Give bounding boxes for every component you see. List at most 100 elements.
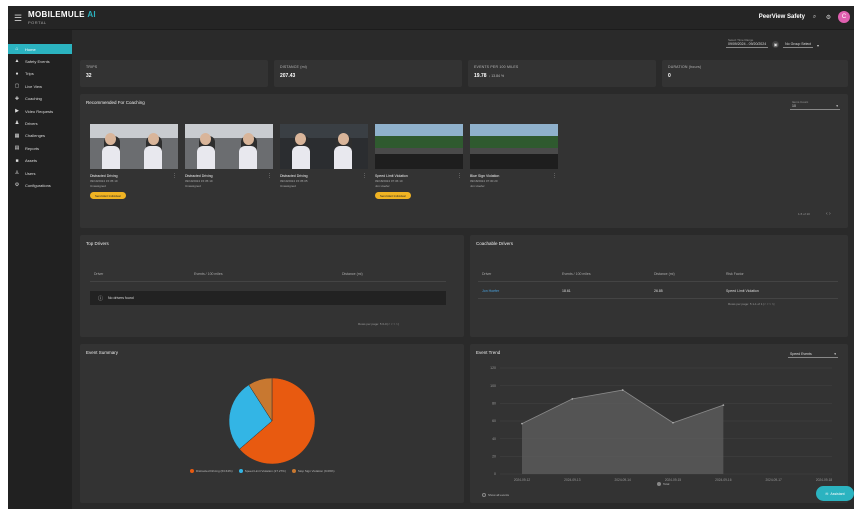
logo-text: MOBILEMULE bbox=[28, 10, 85, 19]
pager-arrows[interactable]: ‹ › bbox=[826, 211, 831, 217]
sidebar-item-label: Configurations bbox=[25, 182, 51, 188]
info-icon: ⓘ bbox=[98, 295, 104, 302]
sidebar-item-label: Drivers bbox=[25, 120, 38, 126]
data-point[interactable] bbox=[672, 421, 674, 424]
table-cell: 18.61 bbox=[562, 289, 571, 293]
column-header[interactable]: Driver bbox=[482, 272, 491, 276]
y-tick-label: 100 bbox=[490, 384, 496, 388]
company-name[interactable]: PeerView Safety bbox=[759, 14, 805, 20]
x-tick-label: 2024-09-13 bbox=[564, 478, 581, 482]
more-options-icon[interactable]: ⋮ bbox=[362, 173, 367, 179]
pie-chart bbox=[228, 377, 316, 465]
calendar-icon[interactable]: ▣ bbox=[772, 41, 780, 48]
coachable-pager[interactable]: Rows per page: 5 1-1 of 1 |< < > >| bbox=[728, 302, 774, 306]
event-date: 09/19/2024 15:35:19 bbox=[90, 179, 118, 183]
event-thumbnail[interactable] bbox=[375, 124, 463, 169]
date-range-field[interactable]: Select Time Range 09/09/2024 - 09/20/202… bbox=[726, 38, 769, 48]
sidebar-item-trips[interactable]: ● Trips bbox=[8, 69, 72, 79]
column-header[interactable]: Driver bbox=[94, 272, 103, 276]
kpi-label: DISTANCE (mi) bbox=[280, 65, 308, 69]
sidebar-item-users[interactable]: ♙ Users bbox=[8, 168, 72, 178]
x-tick-label: 2024-09-18 bbox=[816, 478, 833, 482]
live-view-icon: ▢ bbox=[14, 83, 20, 90]
video-icon: ▶ bbox=[15, 108, 19, 114]
settings-icon[interactable]: ⚙ bbox=[824, 13, 833, 22]
radio-circle[interactable] bbox=[482, 493, 486, 497]
event-thumbnail[interactable] bbox=[470, 124, 558, 169]
sidebar-item-reports[interactable]: ▤ Reports bbox=[8, 143, 72, 153]
assistant-button[interactable]: ✉ Assistant bbox=[816, 486, 854, 501]
data-point[interactable] bbox=[621, 389, 624, 391]
sidebar-item-video-requests[interactable]: ▶ Video Requests bbox=[8, 106, 72, 116]
data-point[interactable] bbox=[521, 422, 523, 425]
event-title: Distracted Driving bbox=[280, 174, 308, 178]
divider bbox=[478, 298, 838, 299]
column-header[interactable]: Distance (mi) bbox=[654, 272, 675, 276]
show-all-events-checkbox[interactable]: Show all events bbox=[482, 493, 509, 497]
avatar[interactable]: C bbox=[838, 11, 850, 23]
sidebar-item-configurations[interactable]: ⚙ Configurations bbox=[8, 180, 72, 190]
chevron-down-icon[interactable]: ▾ bbox=[817, 43, 819, 48]
event-driver: Unassigned bbox=[90, 184, 106, 188]
legend-label: Distracted Driving (63.64%) bbox=[196, 469, 233, 473]
sidebar-item-label: Video Requests bbox=[25, 108, 54, 114]
send-alert-button[interactable]: Send Alert Individual bbox=[375, 192, 411, 199]
y-tick-label: 60 bbox=[492, 419, 496, 423]
event-thumbnail[interactable] bbox=[280, 124, 368, 169]
column-header[interactable]: Distance (mi) bbox=[342, 272, 363, 276]
kpi-label: DURATION (hours) bbox=[668, 65, 702, 69]
event-date: 09/18/2024 07:36:10 bbox=[375, 179, 403, 183]
group-select-value: No Group Select bbox=[785, 42, 812, 46]
event-title: Blue Sign Violation bbox=[470, 174, 500, 178]
pie-legend: Distracted Driving (63.64%) Speed Limit V… bbox=[190, 469, 334, 473]
sidebar-item-label: Safety Events bbox=[25, 58, 50, 64]
top-bar: ☰ MOBILEMULE AI PORTAL PeerView Safety ⌕… bbox=[8, 6, 854, 30]
x-tick-label: 2024-09-14 bbox=[615, 478, 632, 482]
column-header[interactable]: Events / 100 miles bbox=[194, 272, 223, 276]
coaching-panel: Recommended For Coaching Items Count 10 ▾… bbox=[80, 94, 848, 228]
y-tick-label: 40 bbox=[492, 437, 496, 441]
sidebar-item-challenges[interactable]: ▦ Challenges bbox=[8, 131, 72, 141]
column-header[interactable]: Events / 100 miles bbox=[562, 272, 591, 276]
chat-icon: ✉ bbox=[825, 491, 829, 496]
column-header[interactable]: Risk Factor bbox=[726, 272, 744, 276]
sidebar-item-label: Trips bbox=[25, 71, 34, 77]
more-options-icon[interactable]: ⋮ bbox=[457, 173, 462, 179]
divider bbox=[478, 281, 838, 282]
app-logo[interactable]: MOBILEMULE AI PORTAL bbox=[28, 10, 98, 26]
data-point[interactable] bbox=[571, 398, 574, 400]
driver-link[interactable]: Jon Hoefer bbox=[482, 289, 499, 293]
more-options-icon[interactable]: ⋮ bbox=[267, 173, 272, 179]
sidebar-item-home[interactable]: ⌂ Home bbox=[8, 44, 72, 54]
drivers-icon: ♟ bbox=[14, 120, 20, 127]
sidebar-item-coaching[interactable]: ✚ Coaching bbox=[8, 94, 72, 104]
warning-icon: ▲ bbox=[14, 58, 20, 65]
home-icon: ⌂ bbox=[15, 46, 19, 52]
search-icon[interactable]: ⌕ bbox=[810, 13, 819, 22]
coaching-pager[interactable]: 1-5 of 10 bbox=[798, 212, 810, 216]
kpi-change: ↓ 13.84 % bbox=[488, 74, 505, 78]
date-range-value: 09/09/2024 - 09/20/2024 bbox=[728, 42, 767, 46]
kpi-distance: DISTANCE (mi) 207.43 bbox=[274, 60, 462, 87]
y-tick-label: 80 bbox=[492, 402, 496, 406]
legend-item: Total bbox=[657, 482, 669, 486]
legend-label: Total bbox=[663, 482, 670, 486]
event-thumbnail[interactable] bbox=[90, 124, 178, 169]
data-point[interactable] bbox=[722, 404, 725, 406]
sidebar-item-assets[interactable]: ■ Assets bbox=[8, 156, 72, 166]
sidebar-item-safety-events[interactable]: ▲ Safety Events bbox=[8, 56, 72, 66]
coachable-drivers-panel: Coachable Drivers Driver Events / 100 mi… bbox=[470, 235, 848, 337]
sidebar-item-drivers[interactable]: ♟ Drivers bbox=[8, 118, 72, 128]
legend-label: Speed Limit Violation (27.27%) bbox=[244, 469, 286, 473]
top-drivers-panel: Top Drivers Driver Events / 100 miles Di… bbox=[80, 235, 464, 337]
items-count-select[interactable]: Items Count 10 ▾ bbox=[790, 100, 840, 110]
group-select[interactable]: No Group Select bbox=[783, 42, 814, 48]
event-thumbnail[interactable] bbox=[185, 124, 273, 169]
kpi-trips: TRIPS 32 bbox=[80, 60, 268, 87]
more-options-icon[interactable]: ⋮ bbox=[172, 173, 177, 179]
sidebar-item-live-view[interactable]: ▢ Live View bbox=[8, 81, 72, 91]
top-drivers-pager[interactable]: Rows per page: 5 0-0 |< < > >| bbox=[358, 322, 399, 326]
hamburger-icon[interactable]: ☰ bbox=[14, 13, 22, 24]
more-options-icon[interactable]: ⋮ bbox=[552, 173, 557, 179]
send-alert-button[interactable]: Send Alert Individual bbox=[90, 192, 126, 199]
